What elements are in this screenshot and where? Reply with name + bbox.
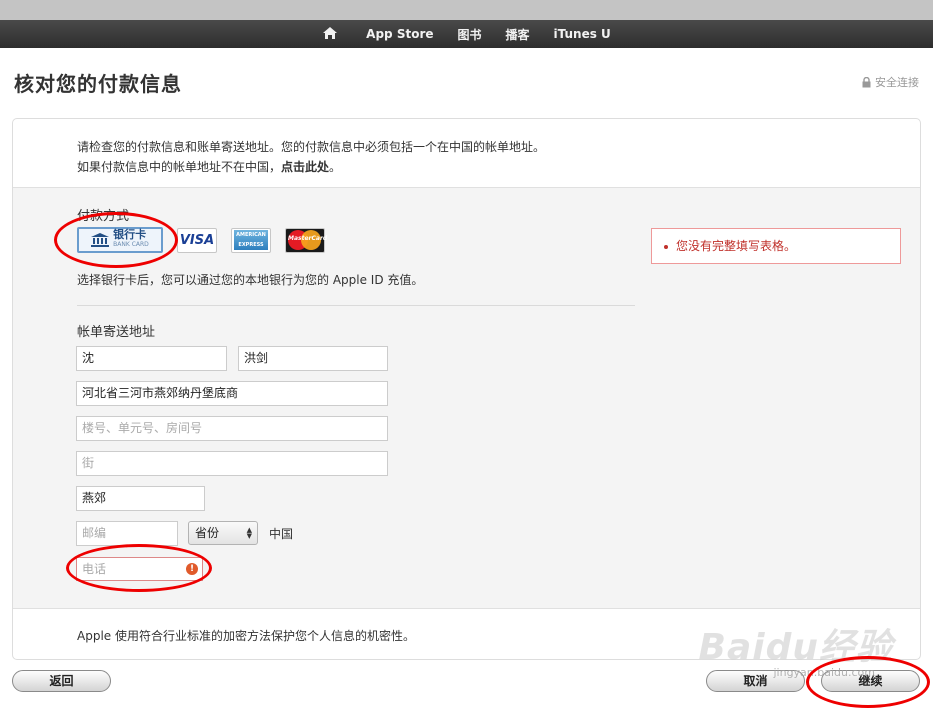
field-error-icon: ! [186, 563, 198, 575]
nav-books[interactable]: 图书 [458, 26, 482, 43]
back-button[interactable]: 返回 [12, 670, 111, 692]
section-divider [77, 305, 635, 306]
payment-panel: 请检查您的付款信息和账单寄送地址。您的付款信息中必须包括一个在中国的帐单地址。 … [12, 118, 921, 660]
intro-line-2-prefix: 如果付款信息中的帐单地址不在中国， [77, 160, 282, 174]
province-select[interactable]: 省份 ▲ ▼ [188, 521, 258, 545]
privacy-note: Apple 使用符合行业标准的加密方法保护您个人信息的机密性。 [77, 629, 415, 643]
mastercard-option[interactable]: MasterCard [285, 227, 328, 253]
visa-option[interactable]: VISA [177, 227, 217, 253]
watermark-url: jingyan.baidu.com [773, 666, 875, 679]
visa-logo: VISA [179, 232, 215, 248]
postcode-field[interactable]: 邮编 [76, 521, 178, 546]
error-bullet [664, 244, 668, 249]
select-arrows-icon: ▲ ▼ [246, 526, 252, 540]
nav-podcasts[interactable]: 播客 [506, 26, 530, 43]
mastercard-text: MasterCard [288, 235, 328, 242]
address-line-1-field[interactable]: 河北省三河市燕郊纳丹堡底商 [76, 381, 388, 406]
billing-address-label: 帐单寄送地址 [77, 325, 156, 340]
home-icon [323, 26, 338, 39]
nav-itunes-u[interactable]: iTunes U [554, 27, 611, 41]
payment-method-label: 付款方式 [77, 209, 130, 224]
top-navbar: App Store 图书 播客 iTunes U [0, 20, 933, 48]
bank-card-sublabel: BANK CARD [113, 241, 149, 248]
secure-connection: 安全连接 [862, 74, 919, 90]
bank-card-label: 银行卡 [113, 228, 147, 241]
mastercard-logo: MasterCard [288, 230, 328, 250]
province-value: 省份 [195, 526, 220, 540]
form-error-message: 您没有完整填写表格。 [651, 228, 901, 264]
amex-logo: AMERICAN EXPRESS [234, 230, 268, 250]
intro-line-2-suffix: 。 [329, 160, 342, 174]
bank-card-option[interactable]: 银行卡 BANK CARD [77, 227, 163, 253]
page-title: 核对您的付款信息 [14, 72, 182, 96]
phone-placeholder: 电话 [82, 562, 107, 576]
intro-line-2: 如果付款信息中的帐单地址不在中国，点击此处。 [77, 157, 545, 177]
intro-line-1: 请检查您的付款信息和账单寄送地址。您的付款信息中必须包括一个在中国的帐单地址。 [77, 140, 546, 154]
click-here-link[interactable]: 点击此处 [281, 160, 329, 174]
nav-app-store[interactable]: App Store [366, 27, 433, 41]
country-label: 中国 [269, 527, 294, 541]
bank-icon [91, 233, 110, 247]
amex-option[interactable]: AMERICAN EXPRESS [231, 227, 271, 253]
street-field[interactable]: 街 [76, 451, 388, 476]
city-field[interactable]: 燕郊 [76, 486, 205, 511]
first-name-field[interactable]: 洪剑 [238, 346, 388, 371]
watermark-logo: Baidu经验 [698, 627, 893, 668]
address-line-2-field[interactable]: 楼号、单元号、房间号 [76, 416, 388, 441]
error-text: 您没有完整填写表格。 [676, 239, 797, 253]
phone-field[interactable]: 电话 ! [76, 557, 203, 581]
payment-card-options: 银行卡 BANK CARD VISA AMERICAN EXPRESS Mast… [77, 227, 328, 253]
lock-icon [862, 76, 871, 87]
secure-label: 安全连接 [875, 76, 919, 89]
intro-text: 请检查您的付款信息和账单寄送地址。您的付款信息中必须包括一个在中国的帐单地址。 … [77, 137, 545, 177]
bank-card-hint: 选择银行卡后，您可以通过您的本地银行为您的 Apple ID 充值。 [77, 273, 424, 287]
top-strip [0, 0, 933, 20]
nav-home[interactable] [322, 26, 342, 43]
last-name-field[interactable]: 沈 [76, 346, 227, 371]
